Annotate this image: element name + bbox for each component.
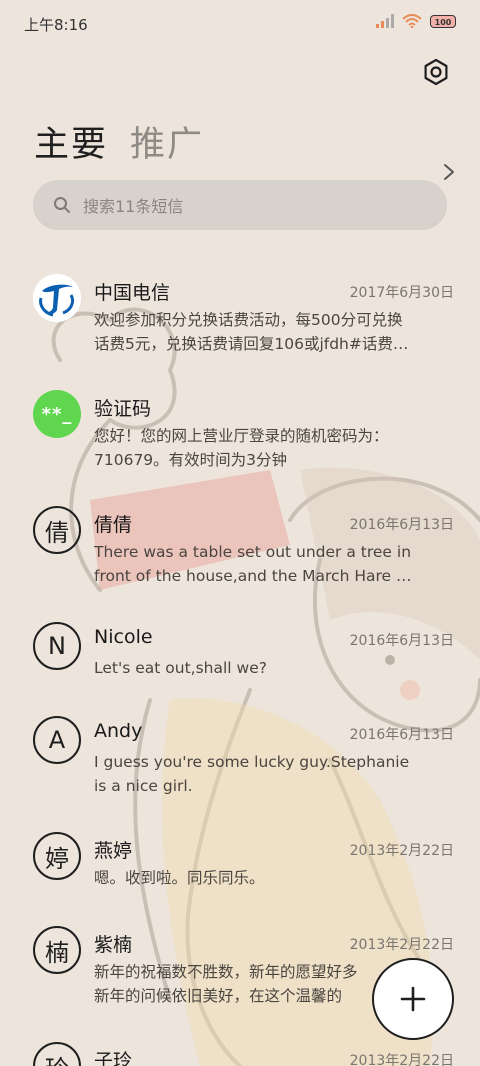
tab-bar: 主要 推广 xyxy=(34,116,204,167)
status-bar: 上午8:16 100 xyxy=(0,0,480,46)
conversation-item[interactable]: **_ 验证码 您好！您的网上营业厅登录的随机密码为： 710679。有效时间为… xyxy=(0,374,480,490)
conversation-item[interactable]: A Andy 2016年6月13日 I guess you're some lu… xyxy=(0,700,480,816)
message-date: 2013年2月22日 xyxy=(349,1053,454,1066)
conversation-item[interactable]: 中国电信 2017年6月30日 欢迎参加积分兑换话费活动，每500分可兑换 话费… xyxy=(0,258,480,374)
preview-line: 您好！您的网上营业厅登录的随机密码为： xyxy=(94,427,389,445)
message-preview: 欢迎参加积分兑换话费活动，每500分可兑换 话费5元，兑换话费请回复106或jf… xyxy=(94,308,456,356)
chevron-right-icon[interactable] xyxy=(442,162,456,182)
signal-icon xyxy=(376,14,394,28)
preview-line: is a nice girl. xyxy=(94,777,193,795)
preview-line: 新年的祝福数不胜数，新年的愿望好多 xyxy=(94,963,358,981)
message-date: 2016年6月13日 xyxy=(349,727,454,743)
contact-name: Andy xyxy=(94,720,143,742)
message-date: 2013年2月22日 xyxy=(349,843,454,859)
search-bar[interactable]: 搜索11条短信 xyxy=(33,180,447,230)
tab-promotions[interactable]: 推广 xyxy=(130,116,204,167)
preview-line: 710679。有效时间为3分钟 xyxy=(94,451,288,469)
message-date: 2013年2月22日 xyxy=(349,937,454,953)
contact-name: 子玲 xyxy=(94,1050,133,1066)
conversation-item[interactable]: 婷 燕婷 2013年2月22日 嗯。收到啦。同乐同乐。 xyxy=(0,816,480,910)
contact-name: 燕婷 xyxy=(94,840,133,862)
avatar: **_ xyxy=(33,390,81,438)
message-preview: 新年的祝福数不胜数，新年的愿望好多 新年的问候依旧美好，在这个温馨的 xyxy=(94,960,374,1008)
avatar: A xyxy=(33,716,81,764)
conversation-item[interactable]: N Nicole 2016年6月13日 Let's eat out,shall … xyxy=(0,606,480,700)
message-preview: There was a table set out under a tree i… xyxy=(94,540,456,588)
avatar: 楠 xyxy=(33,926,81,974)
avatar: N xyxy=(33,622,81,670)
china-telecom-logo xyxy=(33,274,81,322)
contact-name: 紫楠 xyxy=(94,934,133,956)
battery-icon: 100 xyxy=(430,14,456,28)
preview-line: 嗯。收到啦。同乐同乐。 xyxy=(94,869,265,887)
avatar: 倩 xyxy=(33,506,81,554)
message-date: 2016年6月13日 xyxy=(349,517,454,533)
preview-line: I guess you're some lucky guy.Stephanie xyxy=(94,753,410,771)
preview-line: 欢迎参加积分兑换话费活动，每500分可兑换 xyxy=(94,311,403,329)
message-date: 2016年6月13日 xyxy=(349,633,454,649)
message-date: 2017年6月30日 xyxy=(349,285,454,301)
conversation-item[interactable]: 倩 倩倩 2016年6月13日 There was a table set ou… xyxy=(0,490,480,606)
contact-name: 验证码 xyxy=(94,398,152,420)
preview-line: front of the house,and the March Hare … xyxy=(94,567,412,585)
avatar: 婷 xyxy=(33,832,81,880)
search-icon xyxy=(54,197,70,213)
tab-main[interactable]: 主要 xyxy=(34,116,108,167)
message-preview: 嗯。收到啦。同乐同乐。 xyxy=(94,866,456,890)
avatar: 玲 xyxy=(33,1042,81,1066)
wifi-icon xyxy=(402,14,422,28)
settings-icon[interactable] xyxy=(422,58,450,86)
contact-name: 倩倩 xyxy=(94,514,133,536)
message-preview: I guess you're some lucky guy.Stephanie … xyxy=(94,750,456,798)
plus-icon xyxy=(400,986,426,1012)
preview-line: 话费5元，兑换话费请回复106或jfdh#话费… xyxy=(94,335,409,353)
preview-line: Let's eat out,shall we? xyxy=(94,659,267,677)
china-telecom-icon xyxy=(33,274,81,322)
status-icons: 100 xyxy=(376,14,456,28)
contact-name: Nicole xyxy=(94,626,153,648)
contact-name: 中国电信 xyxy=(94,282,171,304)
compose-button[interactable] xyxy=(372,958,454,1040)
message-preview: 您好！您的网上营业厅登录的随机密码为： 710679。有效时间为3分钟 xyxy=(94,424,456,472)
message-preview: Let's eat out,shall we? xyxy=(94,656,456,680)
preview-line: 新年的问候依旧美好，在这个温馨的 xyxy=(94,987,343,1005)
search-placeholder: 搜索11条短信 xyxy=(83,197,184,216)
battery-level: 100 xyxy=(434,17,452,27)
status-time: 上午8:16 xyxy=(24,16,88,34)
preview-line: There was a table set out under a tree i… xyxy=(94,543,412,561)
